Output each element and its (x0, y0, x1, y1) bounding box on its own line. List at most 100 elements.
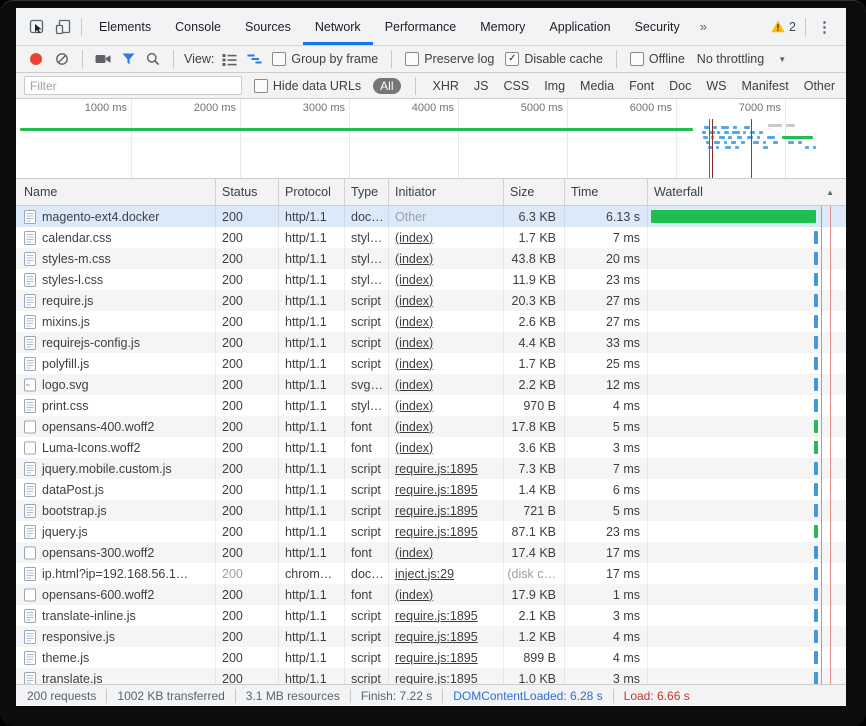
filter-type-all[interactable]: All (373, 78, 400, 94)
filter-type-font[interactable]: Font (626, 79, 657, 93)
initiator-link[interactable]: require.js:1895 (395, 651, 478, 665)
network-request-row[interactable]: opensans-600.woff2200http/1.1font(index)… (16, 584, 846, 605)
network-request-row[interactable]: opensans-300.woff2200http/1.1font(index)… (16, 542, 846, 563)
initiator-link[interactable]: (index) (395, 546, 433, 560)
network-request-row[interactable]: requirejs-config.js200http/1.1script(ind… (16, 332, 846, 353)
filter-type-doc[interactable]: Doc (666, 79, 694, 93)
network-request-row[interactable]: translate-inline.js200http/1.1scriptrequ… (16, 605, 846, 626)
column-header-waterfall[interactable]: Waterfall▲ (648, 179, 846, 205)
cell-protocol: http/1.1 (279, 290, 345, 311)
initiator-link[interactable]: (index) (395, 399, 433, 413)
column-header-initiator[interactable]: Initiator (389, 179, 504, 205)
clear-button[interactable] (52, 49, 72, 69)
column-header-name[interactable]: Name (16, 179, 216, 205)
filter-type-other[interactable]: Other (801, 79, 838, 93)
network-request-row[interactable]: jquery.mobile.custom.js200http/1.1script… (16, 458, 846, 479)
tab-elements[interactable]: Elements (87, 8, 163, 45)
tab-security[interactable]: Security (623, 8, 692, 45)
initiator-link[interactable]: require.js:1895 (395, 630, 478, 644)
capture-screenshots-button[interactable] (93, 49, 113, 69)
initiator-link[interactable]: (index) (395, 231, 433, 245)
network-request-row[interactable]: styles-l.css200http/1.1styl…(index)11.9 … (16, 269, 846, 290)
initiator-link[interactable]: require.js:1895 (395, 483, 478, 497)
tab-console[interactable]: Console (163, 8, 233, 45)
initiator-link[interactable]: (index) (395, 420, 433, 434)
filter-type-media[interactable]: Media (577, 79, 617, 93)
initiator-link[interactable]: inject.js:29 (395, 567, 454, 581)
initiator-link[interactable]: require.js:1895 (395, 609, 478, 623)
disable-cache-checkbox[interactable]: ✓ Disable cache (505, 52, 603, 66)
initiator-link[interactable]: (index) (395, 252, 433, 266)
initiator-link[interactable]: (index) (395, 336, 433, 350)
filter-type-css[interactable]: CSS (501, 79, 533, 93)
throttling-select[interactable]: No throttling ▼ (697, 52, 786, 66)
large-rows-toggle-button[interactable] (219, 49, 239, 69)
offline-checkbox[interactable]: Offline (630, 52, 685, 66)
initiator-link[interactable]: (index) (395, 441, 433, 455)
filter-type-img[interactable]: Img (541, 79, 568, 93)
tab-sources[interactable]: Sources (233, 8, 303, 45)
filter-toggle-button[interactable] (118, 49, 138, 69)
record-button[interactable] (30, 53, 42, 65)
column-header-status[interactable]: Status (216, 179, 279, 205)
filter-input[interactable] (24, 76, 242, 95)
search-button[interactable] (143, 49, 163, 69)
tab-memory[interactable]: Memory (468, 8, 537, 45)
cell-initiator: Other (389, 206, 504, 227)
inspect-element-button[interactable] (24, 14, 50, 40)
initiator-link[interactable]: require.js:1895 (395, 462, 478, 476)
network-request-row[interactable]: print.css200http/1.1styl…(index)970 B4 m… (16, 395, 846, 416)
column-header-type[interactable]: Type (345, 179, 389, 205)
console-warnings-badge[interactable]: 2 (767, 20, 800, 34)
group-by-frame-checkbox[interactable]: Group by frame (272, 52, 378, 66)
tab-application[interactable]: Application (537, 8, 622, 45)
network-request-row[interactable]: calendar.css200http/1.1styl…(index)1.7 K… (16, 227, 846, 248)
network-request-row[interactable]: require.js200http/1.1script(index)20.3 K… (16, 290, 846, 311)
initiator-link[interactable]: require.js:1895 (395, 504, 478, 518)
network-request-row[interactable]: bootstrap.js200http/1.1scriptrequire.js:… (16, 500, 846, 521)
cell-status: 200 (216, 374, 279, 395)
overview-toggle-button[interactable] (244, 49, 264, 69)
column-header-time[interactable]: Time (565, 179, 648, 205)
network-request-row[interactable]: dataPost.js200http/1.1scriptrequire.js:1… (16, 479, 846, 500)
initiator-link[interactable]: (index) (395, 273, 433, 287)
initiator-link[interactable]: require.js:1895 (395, 525, 478, 539)
network-request-row[interactable]: polyfill.js200http/1.1script(index)1.7 K… (16, 353, 846, 374)
initiator-link[interactable]: (index) (395, 315, 433, 329)
network-request-row[interactable]: magento-ext4.docker200http/1.1doc…Other6… (16, 206, 846, 227)
more-tabs-button[interactable]: » (692, 19, 715, 34)
network-request-row[interactable]: Luma-Icons.woff2200http/1.1font(index)3.… (16, 437, 846, 458)
initiator-link[interactable]: (index) (395, 357, 433, 371)
network-request-row[interactable]: mixins.js200http/1.1script(index)2.6 KB2… (16, 311, 846, 332)
tab-network[interactable]: Network (303, 8, 373, 45)
network-request-row[interactable]: translate.js200http/1.1scriptrequire.js:… (16, 668, 846, 684)
network-request-row[interactable]: responsive.js200http/1.1scriptrequire.js… (16, 626, 846, 647)
sort-arrow-icon[interactable]: ▲ (826, 188, 834, 197)
network-request-row[interactable]: opensans-400.woff2200http/1.1font(index)… (16, 416, 846, 437)
tab-performance[interactable]: Performance (373, 8, 469, 45)
initiator-link[interactable]: require.js:1895 (395, 672, 478, 685)
waterfall-overview[interactable]: 1000 ms2000 ms3000 ms4000 ms5000 ms6000 … (16, 99, 846, 179)
hide-data-urls-checkbox[interactable]: Hide data URLs (254, 79, 361, 93)
initiator-link[interactable]: (index) (395, 294, 433, 308)
size-value: 970 B (523, 399, 556, 413)
size-value: 11.9 KB (512, 273, 556, 287)
initiator-link[interactable]: (index) (395, 378, 433, 392)
column-header-protocol[interactable]: Protocol (279, 179, 345, 205)
network-request-row[interactable]: theme.js200http/1.1scriptrequire.js:1895… (16, 647, 846, 668)
preserve-log-checkbox[interactable]: Preserve log (405, 52, 494, 66)
devtools-menu-button[interactable]: ⋮ (811, 18, 838, 36)
device-toolbar-button[interactable] (50, 14, 76, 40)
filter-type-ws[interactable]: WS (703, 79, 729, 93)
initiator-link[interactable]: (index) (395, 588, 433, 602)
network-request-row[interactable]: ip.html?ip=192.168.56.1…200chrom…doc…inj… (16, 563, 846, 584)
network-request-row[interactable]: styles-m.css200http/1.1styl…(index)43.8 … (16, 248, 846, 269)
network-request-row[interactable]: logo.svg200http/1.1svg…(index)2.2 KB12 m… (16, 374, 846, 395)
cell-size: 899 B (504, 647, 565, 668)
filter-type-xhr[interactable]: XHR (430, 79, 462, 93)
filter-type-js[interactable]: JS (471, 79, 492, 93)
waterfall-tick (814, 378, 818, 391)
column-header-size[interactable]: Size (504, 179, 565, 205)
network-request-row[interactable]: jquery.js200http/1.1scriptrequire.js:189… (16, 521, 846, 542)
filter-type-manifest[interactable]: Manifest (738, 79, 791, 93)
